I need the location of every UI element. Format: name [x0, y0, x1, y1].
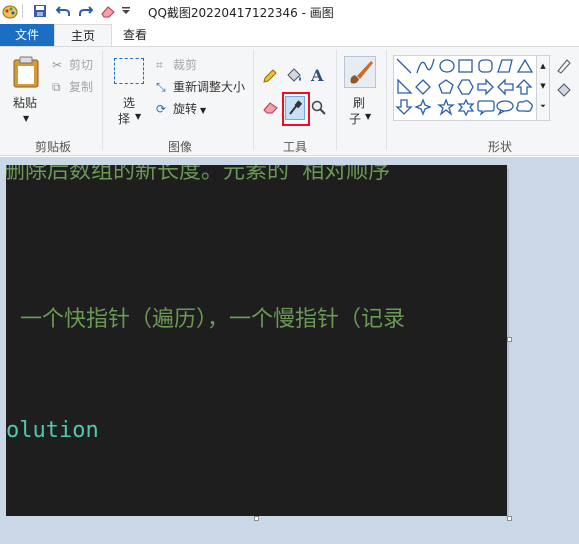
crop-label: 裁剪: [173, 58, 198, 72]
fill-icon[interactable]: [555, 82, 573, 103]
right-triangle-shape-icon: [397, 78, 413, 94]
select-label-line1: 选: [123, 96, 136, 110]
image-group-label: 图像: [167, 140, 192, 154]
six-point-star-shape-icon: [457, 98, 475, 117]
curve-shape-icon: [416, 58, 435, 74]
fill-bucket-icon[interactable]: [285, 68, 303, 87]
resize-label: 重新调整大小: [173, 80, 246, 94]
four-point-star-shape-icon: [414, 98, 432, 116]
oval-callout-shape-icon: [496, 100, 514, 116]
resize-button[interactable]: ⤡ 重新调整大小: [156, 78, 245, 95]
copy-button[interactable]: ⧉ 复制: [52, 78, 93, 95]
undo-icon[interactable]: [55, 3, 71, 19]
resize-handle-bottom[interactable]: [254, 516, 259, 521]
rotate-dropdown-icon: ▼: [200, 106, 207, 115]
eraser-quick-icon[interactable]: [100, 3, 116, 19]
select-dropdown-icon: ▼: [135, 112, 142, 121]
clipboard-icon: [12, 56, 40, 91]
paint-app-icon[interactable]: [2, 3, 18, 19]
tab-view[interactable]: 查看: [110, 24, 160, 46]
eyedropper-icon: [288, 100, 303, 119]
divider: [22, 4, 23, 18]
canvas-text-line-1: 删除后数组的新长度。元素的 相对顺序: [6, 165, 391, 184]
eraser-icon[interactable]: [262, 100, 280, 117]
brushes-dropdown-icon: ▼: [365, 112, 372, 121]
brush-icon: [344, 56, 376, 88]
group-divider: [336, 50, 337, 150]
scroll-down-icon[interactable]: ▼: [537, 76, 549, 96]
shapes-gallery: [393, 55, 537, 121]
rounded-rectangle-shape-icon: [478, 59, 493, 73]
resize-handle-right[interactable]: [507, 337, 512, 342]
brushes-label-line1: 刷: [353, 96, 366, 110]
hexagon-shape-icon: [457, 79, 474, 95]
tab-file[interactable]: 文件: [0, 24, 54, 46]
triangle-shape-icon: [516, 58, 534, 73]
rounded-callout-shape-icon: [477, 100, 495, 116]
rectangle-shape-icon: [458, 59, 473, 73]
paste-button[interactable]: 粘贴 ▼: [8, 54, 44, 140]
brushes-label-line2: 子: [349, 112, 362, 126]
cloud-callout-shape-icon: [516, 100, 533, 112]
right-arrow-shape-icon: [477, 78, 494, 96]
diamond-shape-icon: [415, 79, 431, 95]
shapes-group-label: 形状: [487, 140, 512, 154]
paste-dropdown-icon: ▼: [23, 114, 30, 123]
pentagon-shape-icon: [438, 79, 454, 94]
expand-gallery-icon[interactable]: ⏷: [537, 96, 549, 116]
canvas-text-line-3: olution: [6, 418, 99, 443]
copy-icon: ⧉: [52, 80, 61, 94]
canvas-text-line-2: ：一个快指针（遍历），一个慢指针（记录: [6, 307, 406, 332]
window-title: QQ截图20220417122346 - 画图: [148, 6, 334, 20]
rotate-icon: ⟳: [156, 102, 167, 116]
cut-button[interactable]: ✂ 剪切: [52, 56, 93, 73]
tools-group-label: 工具: [282, 140, 307, 154]
pencil-icon[interactable]: [262, 68, 278, 87]
resize-handle-corner[interactable]: [507, 516, 512, 521]
redo-icon[interactable]: [78, 3, 94, 19]
save-icon[interactable]: [32, 3, 48, 19]
select-button[interactable]: 选 择 ▼: [110, 54, 146, 134]
title-bar: QQ截图20220417122346 - 画图: [0, 0, 579, 24]
drawing-canvas[interactable]: 删除后数组的新长度。元素的 相对顺序 ：一个快指针（遍历），一个慢指针（记录 o…: [6, 165, 507, 516]
group-divider: [386, 50, 387, 150]
magnifier-icon[interactable]: [311, 100, 327, 119]
resize-icon: ⤡: [156, 80, 166, 94]
rotate-label: 旋转: [173, 102, 198, 116]
up-arrow-shape-icon: [515, 79, 533, 95]
tab-home[interactable]: 主页: [54, 24, 112, 46]
polygon-shape-icon: [497, 59, 513, 73]
cut-label: 剪切: [69, 58, 94, 72]
clipboard-group-label: 剪贴板: [34, 140, 71, 154]
five-point-star-shape-icon: [437, 98, 455, 116]
scissors-icon: ✂: [52, 58, 63, 72]
left-arrow-shape-icon: [497, 78, 514, 96]
group-divider: [102, 50, 103, 150]
customize-quick-access-dropdown-icon[interactable]: [118, 3, 134, 19]
crop-button[interactable]: ⌗ 裁剪: [156, 56, 197, 73]
oval-shape-icon: [439, 59, 455, 73]
color-picker-button[interactable]: [285, 96, 305, 120]
select-label-line2: 择: [118, 112, 131, 126]
shapes-gallery-scrollbar[interactable]: ▲ ▼ ⏷: [537, 55, 550, 121]
group-divider: [253, 50, 254, 150]
brushes-button[interactable]: 刷 子 ▼: [343, 54, 377, 134]
copy-label: 复制: [69, 80, 94, 94]
scroll-up-icon[interactable]: ▲: [537, 56, 549, 76]
outline-icon[interactable]: [555, 57, 573, 78]
crop-icon: ⌗: [156, 58, 163, 72]
paste-label: 粘贴: [13, 96, 38, 110]
canvas-shadow: [507, 169, 509, 519]
rotate-button[interactable]: ⟳ 旋转 ▼: [156, 100, 206, 117]
line-shape-icon: [396, 58, 412, 74]
selection-rectangle-icon: [114, 58, 144, 84]
down-arrow-shape-icon: [395, 99, 413, 115]
text-tool-icon[interactable]: A: [311, 66, 323, 85]
